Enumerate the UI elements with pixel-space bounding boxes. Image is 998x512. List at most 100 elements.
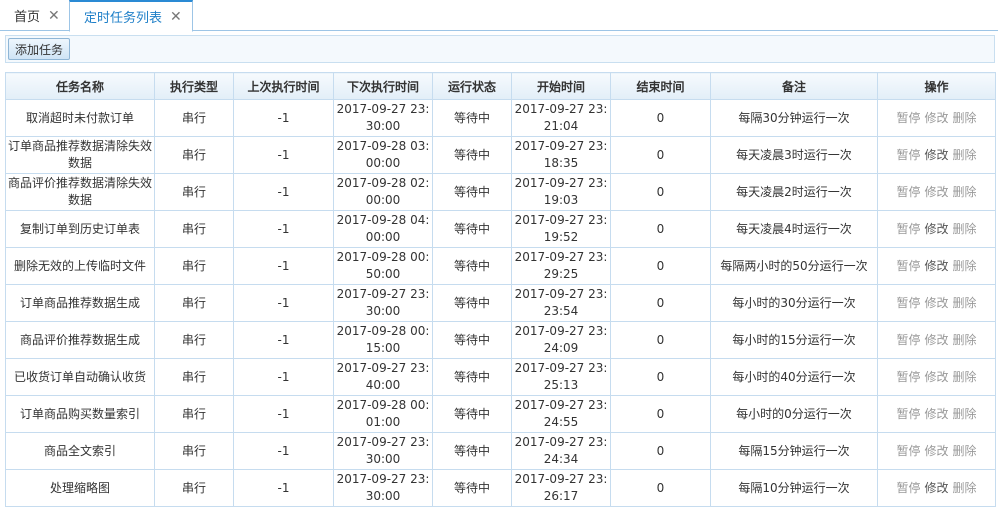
col-header-end-time: 结束时间 bbox=[610, 72, 711, 100]
cell-actions: 暂停 修改 删除 bbox=[877, 358, 996, 396]
cell-actions: 暂停 修改 删除 bbox=[877, 173, 996, 211]
cell-end-time: 0 bbox=[610, 395, 711, 433]
pause-button[interactable]: 暂停 bbox=[896, 370, 920, 384]
cell-start-time: 2017-09-27 23:19:03 bbox=[511, 173, 611, 211]
delete-button[interactable]: 删除 bbox=[953, 185, 977, 199]
cell-next-exec: 2017-09-27 23:30:00 bbox=[333, 432, 433, 470]
cell-exec-type: 串行 bbox=[154, 469, 234, 507]
pause-button[interactable]: 暂停 bbox=[896, 185, 920, 199]
table-body: 取消超时未付款订单 串行 -1 2017-09-27 23:30:00 等待中 2017-… bbox=[5, 99, 996, 507]
cell-status: 等待中 bbox=[432, 99, 512, 137]
col-header-next-exec: 下次执行时间 bbox=[333, 72, 433, 100]
pause-button[interactable]: 暂停 bbox=[896, 296, 920, 310]
delete-button[interactable]: 删除 bbox=[953, 370, 977, 384]
pause-button[interactable]: 暂停 bbox=[896, 481, 920, 495]
pause-button[interactable]: 暂停 bbox=[896, 222, 920, 236]
delete-button[interactable]: 删除 bbox=[953, 296, 977, 310]
cell-next-exec: 2017-09-28 00:01:00 bbox=[333, 395, 433, 433]
col-header-actions: 操作 bbox=[877, 72, 996, 100]
cell-task-name: 商品全文索引 bbox=[5, 432, 155, 470]
table-row: 订单商品购买数量索引 串行 -1 2017-09-28 00:01:00 等待中 2017… bbox=[5, 395, 996, 433]
delete-button[interactable]: 删除 bbox=[953, 111, 977, 125]
cell-next-exec: 2017-09-27 23:30:00 bbox=[333, 99, 433, 137]
cell-task-name: 商品评价推荐数据生成 bbox=[5, 321, 155, 359]
toolbar: 添加任务 bbox=[5, 35, 995, 63]
delete-button[interactable]: 删除 bbox=[953, 444, 977, 458]
cell-end-time: 0 bbox=[610, 284, 711, 322]
cell-start-time: 2017-09-27 23:26:17 bbox=[511, 469, 611, 507]
cell-last-exec: -1 bbox=[233, 432, 334, 470]
delete-button[interactable]: 删除 bbox=[953, 222, 977, 236]
cell-task-name: 复制订单到历史订单表 bbox=[5, 210, 155, 248]
table-row: 商品评价推荐数据清除失效数据 串行 -1 2017-09-28 02:00:00 等待中… bbox=[5, 173, 996, 211]
cell-exec-type: 串行 bbox=[154, 358, 234, 396]
table-row: 订单商品推荐数据清除失效数据 串行 -1 2017-09-28 03:00:00 等待中… bbox=[5, 136, 996, 174]
delete-button[interactable]: 删除 bbox=[953, 481, 977, 495]
delete-button[interactable]: 删除 bbox=[953, 148, 977, 162]
cell-start-time: 2017-09-27 23:24:55 bbox=[511, 395, 611, 433]
edit-button[interactable]: 修改 bbox=[924, 481, 948, 495]
pause-button[interactable]: 暂停 bbox=[896, 444, 920, 458]
pause-button[interactable]: 暂停 bbox=[896, 111, 920, 125]
cell-next-exec: 2017-09-27 23:30:00 bbox=[333, 284, 433, 322]
tab-home[interactable]: 首页 ✕ bbox=[0, 0, 70, 31]
cell-exec-type: 串行 bbox=[154, 321, 234, 359]
tab-scheduled-tasks[interactable]: 定时任务列表 ✕ bbox=[69, 0, 193, 32]
cell-actions: 暂停 修改 删除 bbox=[877, 321, 996, 359]
edit-button[interactable]: 修改 bbox=[924, 185, 948, 199]
cell-note: 每天凌晨2时运行一次 bbox=[710, 173, 878, 211]
edit-button[interactable]: 修改 bbox=[924, 111, 948, 125]
delete-button[interactable]: 删除 bbox=[953, 407, 977, 421]
edit-button[interactable]: 修改 bbox=[924, 407, 948, 421]
cell-actions: 暂停 修改 删除 bbox=[877, 247, 996, 285]
pause-button[interactable]: 暂停 bbox=[896, 259, 920, 273]
cell-next-exec: 2017-09-28 04:00:00 bbox=[333, 210, 433, 248]
cell-status: 等待中 bbox=[432, 358, 512, 396]
cell-end-time: 0 bbox=[610, 247, 711, 285]
cell-exec-type: 串行 bbox=[154, 210, 234, 248]
cell-start-time: 2017-09-27 23:21:04 bbox=[511, 99, 611, 137]
pause-button[interactable]: 暂停 bbox=[896, 333, 920, 347]
cell-start-time: 2017-09-27 23:29:25 bbox=[511, 247, 611, 285]
table-row: 商品评价推荐数据生成 串行 -1 2017-09-28 00:15:00 等待中 2017… bbox=[5, 321, 996, 359]
cell-status: 等待中 bbox=[432, 321, 512, 359]
pause-button[interactable]: 暂停 bbox=[896, 148, 920, 162]
edit-button[interactable]: 修改 bbox=[924, 148, 948, 162]
cell-note: 每天凌晨4时运行一次 bbox=[710, 210, 878, 248]
cell-status: 等待中 bbox=[432, 173, 512, 211]
col-header-task-name: 任务名称 bbox=[5, 72, 155, 100]
close-icon[interactable]: ✕ bbox=[48, 9, 60, 23]
cell-exec-type: 串行 bbox=[154, 136, 234, 174]
edit-button[interactable]: 修改 bbox=[924, 296, 948, 310]
cell-task-name: 商品评价推荐数据清除失效数据 bbox=[5, 173, 155, 211]
cell-actions: 暂停 修改 删除 bbox=[877, 469, 996, 507]
cell-next-exec: 2017-09-28 02:00:00 bbox=[333, 173, 433, 211]
cell-status: 等待中 bbox=[432, 469, 512, 507]
cell-end-time: 0 bbox=[610, 432, 711, 470]
col-header-exec-type: 执行类型 bbox=[154, 72, 234, 100]
add-task-button[interactable]: 添加任务 bbox=[8, 38, 71, 60]
table-row: 已收货订单自动确认收货 串行 -1 2017-09-27 23:40:00 等待中 201… bbox=[5, 358, 996, 396]
close-icon[interactable]: ✕ bbox=[170, 10, 182, 24]
cell-task-name: 删除无效的上传临时文件 bbox=[5, 247, 155, 285]
cell-actions: 暂停 修改 删除 bbox=[877, 432, 996, 470]
cell-note: 每隔10分钟运行一次 bbox=[710, 469, 878, 507]
cell-end-time: 0 bbox=[610, 358, 711, 396]
cell-last-exec: -1 bbox=[233, 210, 334, 248]
edit-button[interactable]: 修改 bbox=[924, 444, 948, 458]
delete-button[interactable]: 删除 bbox=[953, 333, 977, 347]
cell-task-name: 订单商品推荐数据清除失效数据 bbox=[5, 136, 155, 174]
edit-button[interactable]: 修改 bbox=[924, 222, 948, 236]
cell-start-time: 2017-09-27 23:24:09 bbox=[511, 321, 611, 359]
cell-status: 等待中 bbox=[432, 284, 512, 322]
edit-button[interactable]: 修改 bbox=[924, 370, 948, 384]
pause-button[interactable]: 暂停 bbox=[896, 407, 920, 421]
cell-note: 每小时的15分运行一次 bbox=[710, 321, 878, 359]
cell-exec-type: 串行 bbox=[154, 432, 234, 470]
delete-button[interactable]: 删除 bbox=[953, 259, 977, 273]
cell-end-time: 0 bbox=[610, 99, 711, 137]
cell-note: 每小时的0分运行一次 bbox=[710, 395, 878, 433]
edit-button[interactable]: 修改 bbox=[924, 259, 948, 273]
edit-button[interactable]: 修改 bbox=[924, 333, 948, 347]
cell-note: 每天凌晨3时运行一次 bbox=[710, 136, 878, 174]
